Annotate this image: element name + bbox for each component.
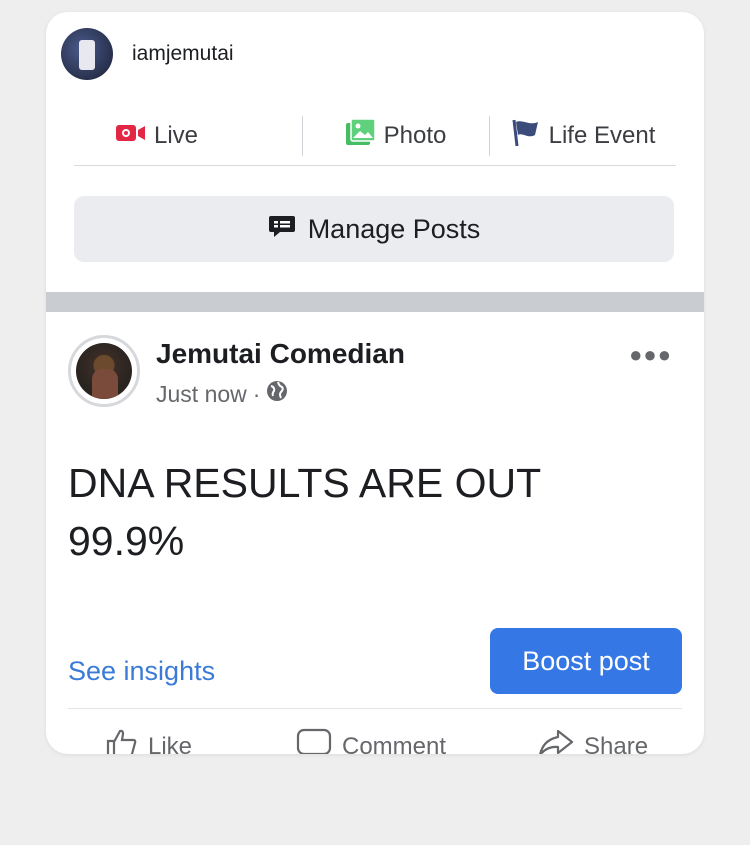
- see-insights-link[interactable]: See insights: [68, 656, 215, 687]
- post-card: iamjemutai Live Photo Life Event Manage …: [46, 12, 704, 754]
- share-button[interactable]: Share: [538, 728, 648, 754]
- more-options-icon[interactable]: ●●●: [629, 342, 672, 368]
- comment-button[interactable]: Comment: [296, 728, 446, 754]
- life-event-label: Life Event: [548, 122, 656, 149]
- meta-dot: ·: [252, 380, 261, 407]
- post-text-line: 99.9%: [68, 518, 185, 564]
- post-text: DNA RESULTS ARE OUT 99.9%: [68, 454, 668, 570]
- composer-username[interactable]: iamjemutai: [132, 42, 234, 66]
- photo-icon: [345, 117, 376, 154]
- composer-actions: Live Photo Life Event: [74, 108, 676, 164]
- live-video-icon: [116, 122, 146, 151]
- share-label: Share: [584, 732, 649, 755]
- flag-icon: [511, 118, 541, 155]
- live-button[interactable]: Live: [74, 122, 302, 151]
- photo-label: Photo: [383, 122, 447, 149]
- thumbs-up-icon: [106, 728, 138, 754]
- user-avatar[interactable]: [61, 28, 113, 80]
- comment-icon: [296, 728, 332, 754]
- photo-button[interactable]: Photo: [303, 117, 489, 154]
- post-meta: Just now ·: [156, 380, 288, 408]
- page-name[interactable]: Jemutai Comedian: [156, 338, 405, 370]
- section-divider: [46, 292, 704, 312]
- globe-icon[interactable]: [266, 380, 288, 408]
- life-event-button[interactable]: Life Event: [490, 118, 676, 155]
- reaction-bar: Like Comment Share: [46, 728, 704, 754]
- like-label: Like: [148, 732, 193, 755]
- boost-post-button[interactable]: Boost post: [490, 628, 682, 694]
- manage-posts-icon: [268, 212, 296, 247]
- share-icon: [538, 728, 574, 754]
- composer: iamjemutai Live Photo Life Event Manage …: [46, 12, 704, 292]
- manage-posts-button[interactable]: Manage Posts: [74, 196, 674, 262]
- live-label: Live: [154, 122, 199, 149]
- feed-post: Jemutai Comedian Just now · ●●● DNA RESU…: [46, 312, 704, 754]
- post-timestamp[interactable]: Just now: [156, 381, 247, 408]
- like-button[interactable]: Like: [106, 728, 192, 754]
- composer-divider: [74, 165, 676, 166]
- comment-label: Comment: [342, 732, 447, 755]
- manage-posts-label: Manage Posts: [307, 213, 481, 244]
- post-text-line: DNA RESULTS ARE OUT: [68, 460, 542, 506]
- page-avatar[interactable]: [68, 335, 140, 407]
- post-divider: [68, 708, 682, 709]
